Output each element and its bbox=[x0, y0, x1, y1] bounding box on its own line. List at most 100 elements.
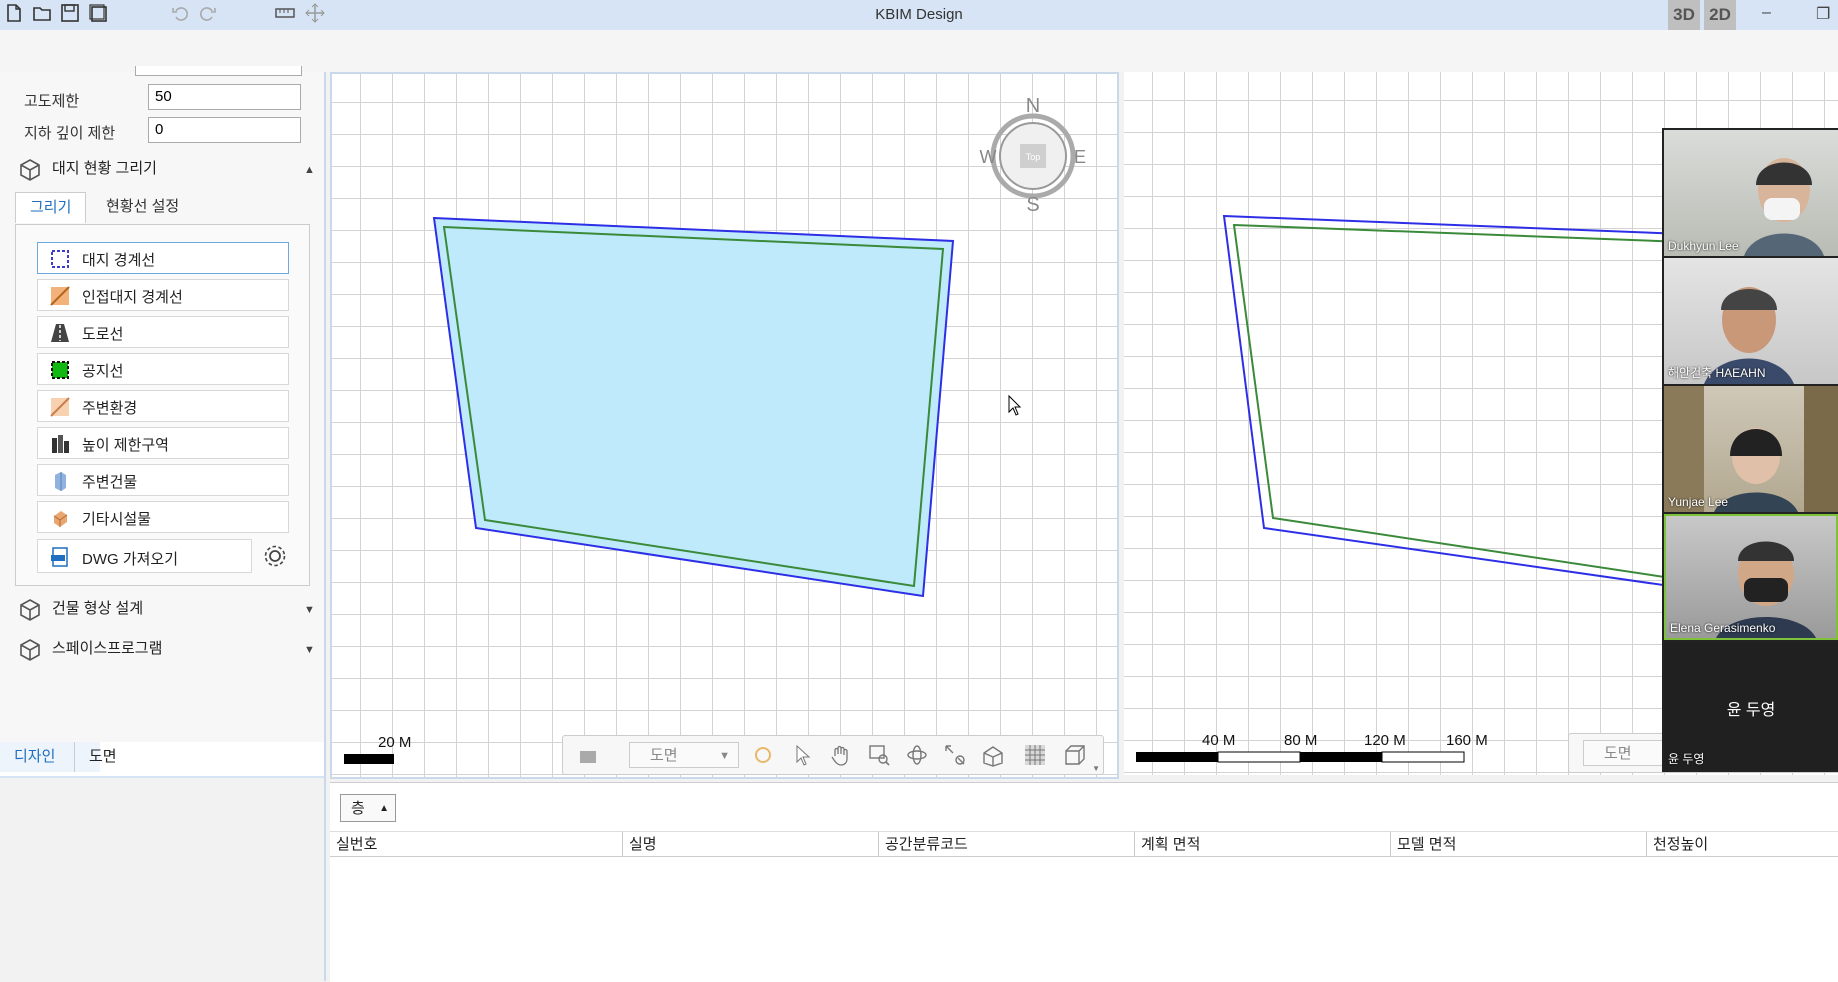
environment-icon bbox=[50, 397, 70, 417]
tool-label: 인접대지 경계선 bbox=[82, 289, 183, 306]
column-room-name[interactable]: 실명 bbox=[623, 831, 879, 857]
house-view-icon[interactable] bbox=[981, 743, 1005, 767]
scale-bar-secondary bbox=[1136, 751, 1465, 763]
participant-name: Dukhyun Lee bbox=[1668, 239, 1739, 253]
column-space-code[interactable]: 공간분류코드 bbox=[879, 831, 1135, 857]
self-name-center: 윤 두영 bbox=[1726, 702, 1776, 719]
site-boundary-outline bbox=[1222, 214, 1685, 590]
height-zone-icon bbox=[52, 435, 69, 453]
video-tile-4[interactable]: Elena Gerasimenko bbox=[1664, 514, 1838, 640]
video-tile-3[interactable]: Yunjae Lee bbox=[1664, 386, 1838, 512]
box-view-icon[interactable] bbox=[1063, 743, 1087, 767]
minimize-button[interactable]: – bbox=[1762, 4, 1771, 22]
column-room-number[interactable]: 실번호 bbox=[330, 831, 623, 857]
tool-label: 도로선 bbox=[82, 326, 124, 343]
scale-bar bbox=[344, 754, 394, 764]
app-title: KBIM Design bbox=[875, 6, 963, 23]
site-section-title: 대지 현황 그리기 bbox=[52, 160, 157, 177]
tool-environment[interactable]: 주변환경 bbox=[37, 390, 289, 422]
overflow-caret-icon[interactable]: ▼ bbox=[1092, 764, 1100, 773]
tool-height-zone[interactable]: 높이 제한구역 bbox=[37, 427, 289, 459]
building-section-title: 건물 형상 설계 bbox=[52, 600, 144, 617]
tool-label: 공지선 bbox=[82, 363, 124, 380]
orbit-icon[interactable] bbox=[905, 743, 929, 767]
space-section-title: 스페이스프로그램 bbox=[52, 640, 163, 657]
chevron-down-icon: ▼ bbox=[719, 750, 730, 762]
tab-line-settings[interactable]: 현황선 설정 bbox=[92, 192, 193, 222]
video-tile-1[interactable]: Dukhyun Lee bbox=[1664, 130, 1838, 256]
chevron-up-icon: ▲ bbox=[379, 803, 389, 814]
open-space-icon bbox=[51, 361, 69, 379]
dwg-import-button[interactable]: DWG 가져오기 bbox=[37, 539, 252, 573]
tab-draw[interactable]: 그리기 bbox=[15, 192, 87, 223]
depth-limit-input[interactable] bbox=[148, 117, 301, 143]
tool-site-boundary[interactable]: 대지 경계선 bbox=[37, 242, 289, 274]
grid-icon[interactable] bbox=[1023, 743, 1047, 767]
tool-facility[interactable]: 기타시설물 bbox=[37, 501, 289, 533]
facility-icon bbox=[53, 511, 68, 527]
tool-label: 주변환경 bbox=[82, 400, 138, 417]
tool-building[interactable]: 주변건물 bbox=[37, 464, 289, 496]
participant-name: 해안건축 HAEAHN bbox=[1668, 366, 1766, 380]
navigation-toolbar: 도면 ▼ ▼ bbox=[562, 735, 1104, 775]
height-limit-input[interactable] bbox=[148, 84, 301, 110]
scale-label-40: 40 M bbox=[1202, 732, 1236, 749]
column-ceiling-height[interactable]: 천정높이 bbox=[1647, 831, 1838, 857]
left-empty-area bbox=[0, 778, 324, 981]
participant-name: Elena Gerasimenko bbox=[1670, 621, 1776, 635]
participant-video bbox=[1744, 158, 1824, 256]
tool-label: 높이 제한구역 bbox=[82, 437, 169, 454]
scale-label-1: 20 M bbox=[378, 734, 412, 751]
gear-icon[interactable] bbox=[262, 543, 288, 569]
layer-icon[interactable] bbox=[577, 743, 601, 767]
mode-3d-button[interactable]: 3D bbox=[1668, 0, 1700, 30]
bottom-tabs: 디자인 도면 bbox=[0, 742, 324, 779]
tool-adjacent-boundary[interactable]: 인접대지 경계선 bbox=[37, 279, 289, 311]
compass-e: E bbox=[1074, 147, 1086, 167]
tool-road[interactable]: 도로선 bbox=[37, 316, 289, 348]
scale-label-120: 120 M bbox=[1364, 732, 1406, 749]
dwg-import-label: DWG 가져오기 bbox=[82, 551, 179, 568]
expand-caret-icon[interactable]: ▼ bbox=[304, 635, 315, 665]
pan-hand-icon[interactable] bbox=[829, 743, 853, 767]
scale-label-160: 160 M bbox=[1446, 732, 1488, 749]
building-section-header[interactable]: 건물 형상 설계 ▼ bbox=[16, 594, 316, 624]
tool-open-space[interactable]: 공지선 bbox=[37, 353, 289, 385]
road-icon bbox=[51, 324, 69, 342]
viewport-plan[interactable]: N S E W Top 20 M 도면 ▼ ▼ bbox=[330, 72, 1119, 779]
tab-drawing[interactable]: 도면 bbox=[74, 742, 131, 772]
room-table-panel: 층 ▲ 실번호 실명 공간분류코드 계획 면적 모델 면적 천정높이 bbox=[330, 782, 1838, 982]
restore-button[interactable]: ❐ bbox=[1816, 4, 1830, 24]
view-dropdown-label: 도면 bbox=[1604, 745, 1632, 762]
collapse-caret-icon[interactable]: ▲ bbox=[304, 155, 315, 185]
view-dropdown[interactable]: 도면 ▼ bbox=[629, 742, 739, 768]
video-tile-2[interactable]: 해안건축 HAEAHN bbox=[1664, 258, 1838, 384]
column-planned-area[interactable]: 계획 면적 bbox=[1135, 831, 1391, 857]
video-tile-self[interactable]: 윤 두영 윤 두영 bbox=[1664, 642, 1838, 770]
scale-label-80: 80 M bbox=[1284, 732, 1318, 749]
cube-icon bbox=[20, 639, 40, 661]
participant-video bbox=[1664, 386, 1838, 512]
left-panel: 고도제한 지하 깊이 제한 대지 현황 그리기 ▲ 그리기 현황선 설정 대지 … bbox=[0, 66, 326, 981]
floor-dropdown[interactable]: 층 ▲ bbox=[340, 794, 396, 822]
zoom-extents-icon[interactable] bbox=[943, 743, 967, 767]
column-model-area[interactable]: 모델 면적 bbox=[1391, 831, 1647, 857]
cube-icon bbox=[20, 159, 40, 181]
select-cursor-icon[interactable] bbox=[791, 743, 815, 767]
site-area-polygon[interactable] bbox=[432, 216, 955, 598]
site-section-header[interactable]: 대지 현황 그리기 ▲ bbox=[16, 154, 316, 184]
compass-top: Top bbox=[1026, 152, 1041, 162]
title-bar: KBIM Design 3D 2D – ❐ bbox=[0, 0, 1838, 30]
tool-label: 대지 경계선 bbox=[82, 252, 156, 269]
cube-icon bbox=[20, 599, 40, 621]
space-section-header[interactable]: 스페이스프로그램 ▼ bbox=[16, 634, 316, 664]
tool-label: 기타시설물 bbox=[82, 511, 152, 528]
zoom-window-icon[interactable] bbox=[867, 743, 891, 767]
mode-2d-button[interactable]: 2D bbox=[1704, 0, 1736, 30]
snap-icon[interactable] bbox=[751, 743, 775, 767]
building-icon bbox=[55, 472, 66, 491]
participant-video bbox=[1716, 541, 1816, 638]
compass-n: N bbox=[1026, 95, 1040, 117]
expand-caret-icon[interactable]: ▼ bbox=[304, 595, 315, 625]
dwg-file-icon bbox=[51, 547, 68, 567]
